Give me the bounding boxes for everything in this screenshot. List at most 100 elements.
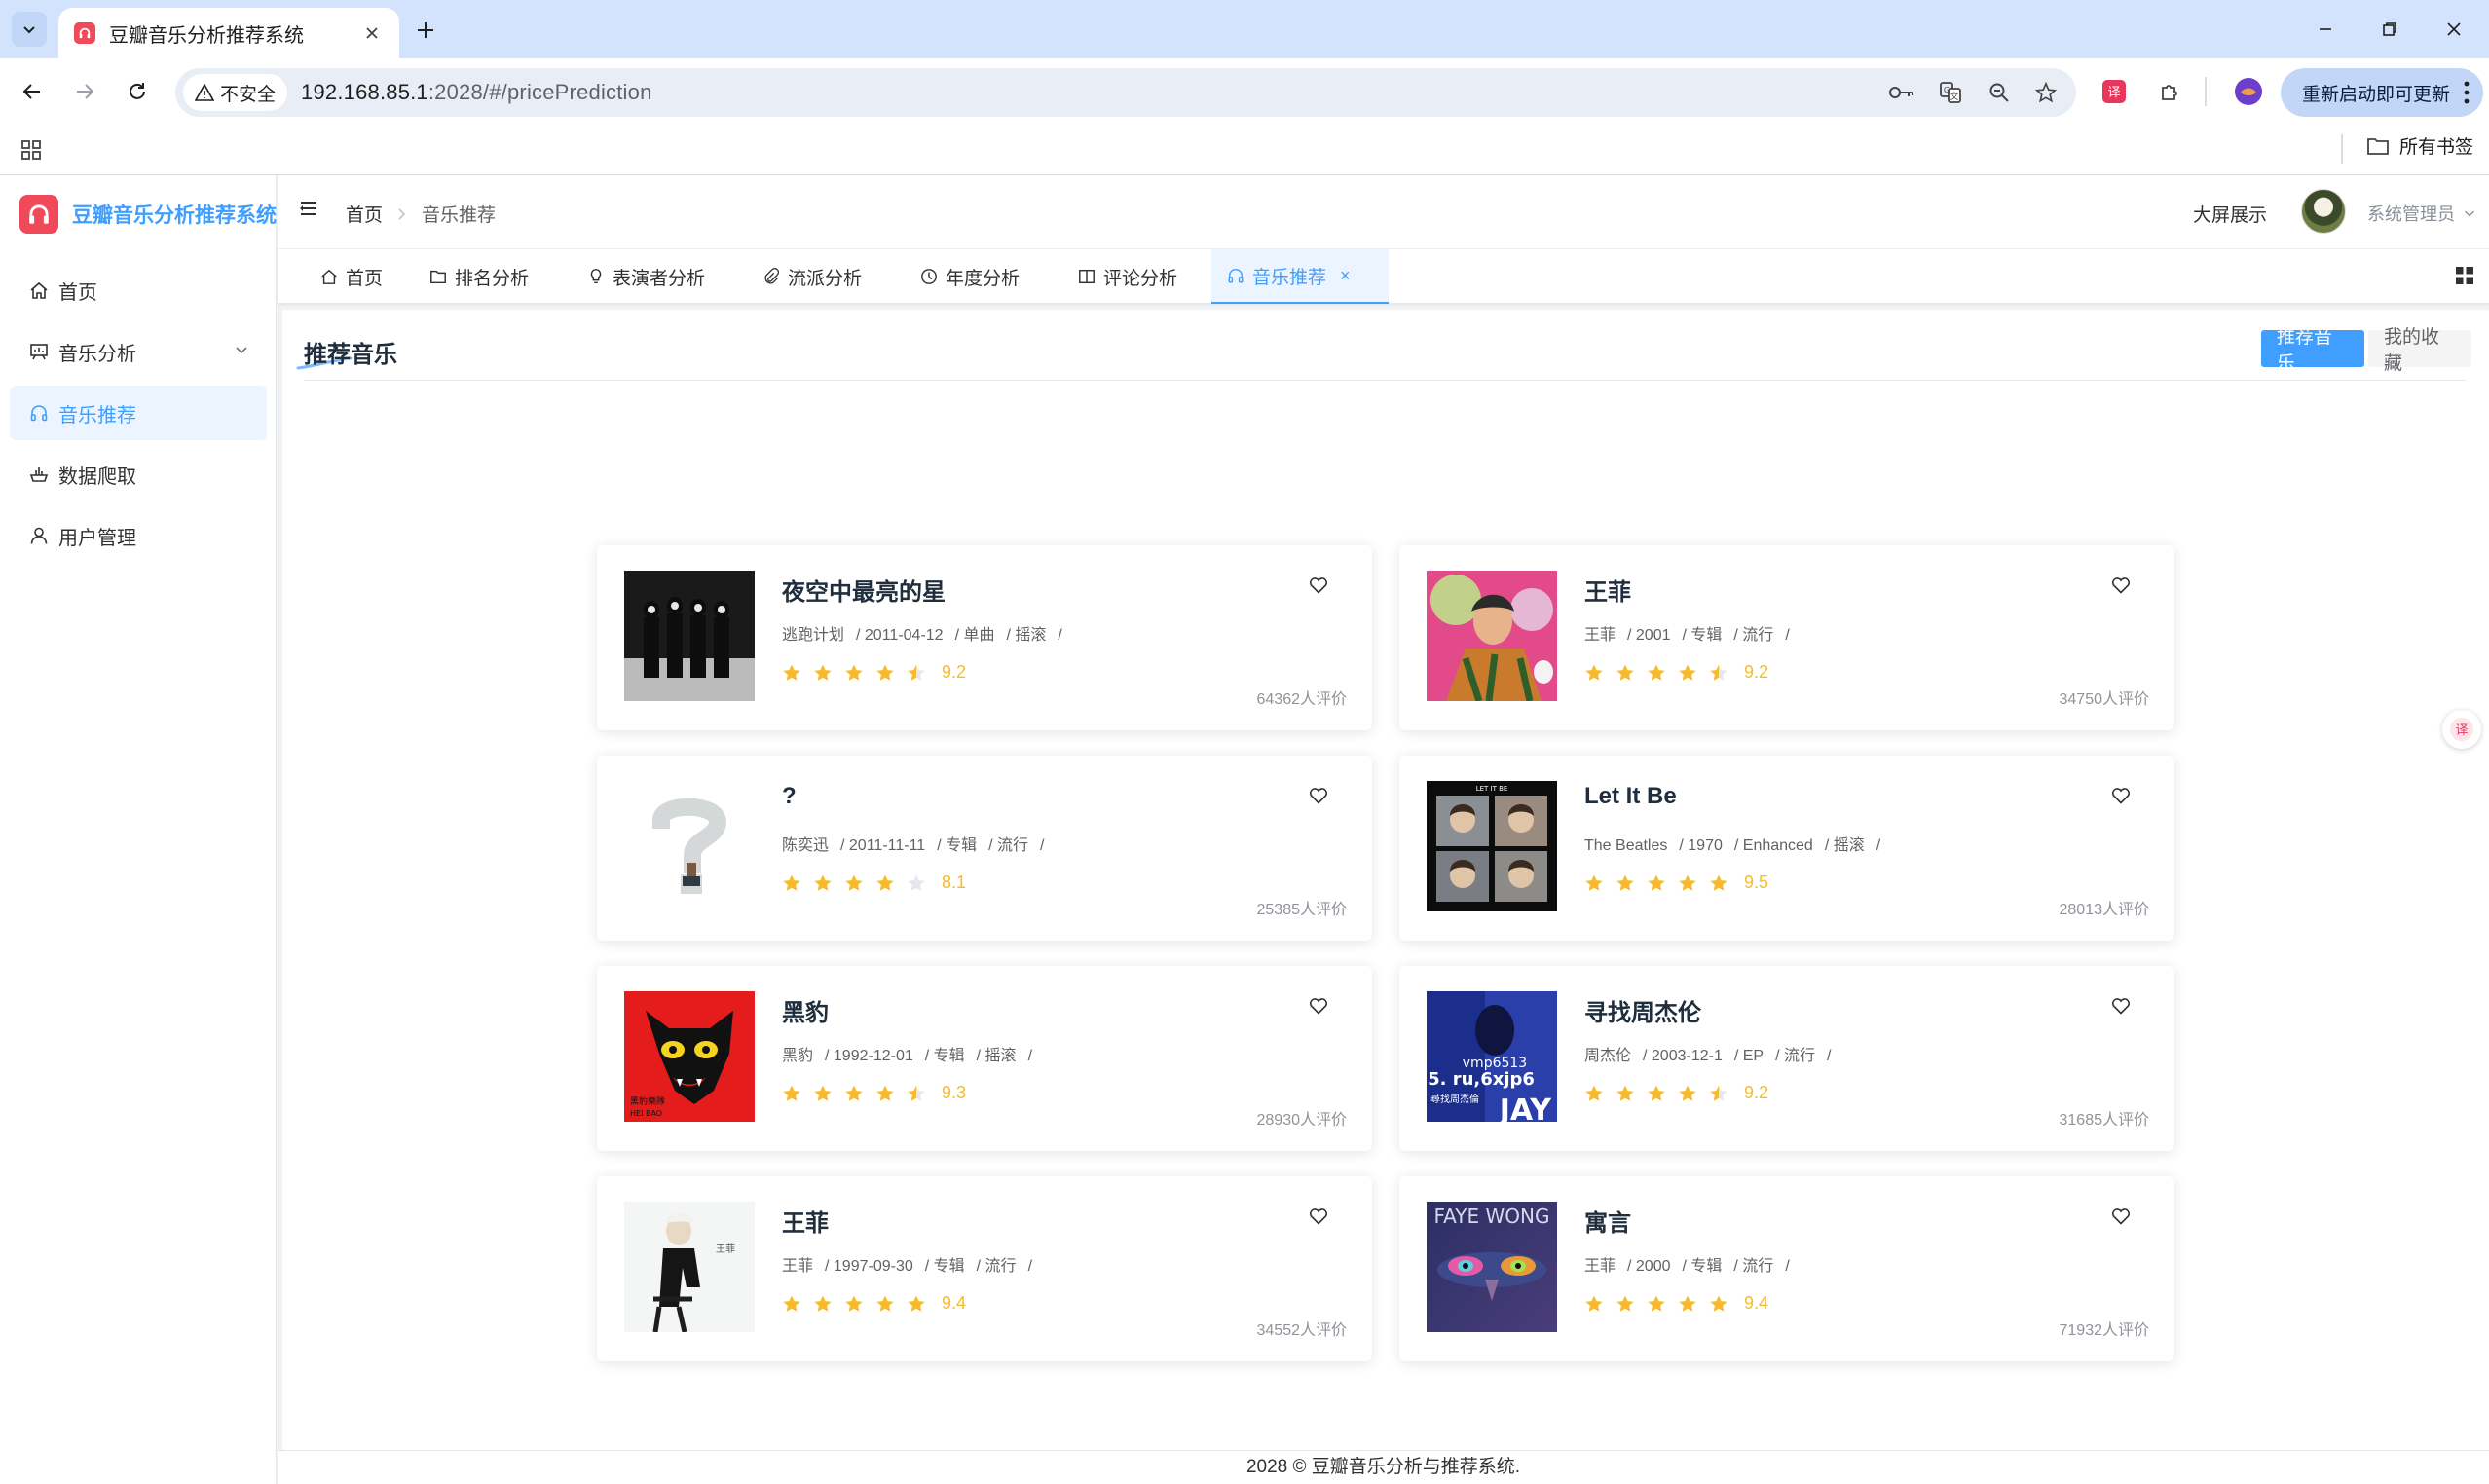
tab-yearly-analysis[interactable]: 年度分析 [905, 249, 1035, 304]
sidebar-item-crawler[interactable]: 数据爬取 [10, 447, 267, 501]
favorite-heart-icon[interactable] [2108, 1204, 2134, 1229]
genre: 流行 [1742, 1258, 1774, 1275]
browser-tab-title: 豆瓣音乐分析推荐系统 [109, 24, 304, 47]
breadcrumb: 首页 音乐推荐 [346, 201, 496, 227]
tab-music-recommend[interactable]: 音乐推荐 × [1211, 249, 1389, 304]
extension-translate-icon[interactable]: 译 [2096, 73, 2133, 110]
paperclip-icon [764, 268, 780, 284]
reload-button[interactable] [119, 73, 156, 110]
music-title[interactable]: Let It Be [1584, 783, 1677, 810]
tab-label: 评论分析 [1103, 268, 1178, 289]
music-title[interactable]: 寓言 [1584, 1204, 1631, 1238]
recommend-music-button[interactable]: 推荐音乐 [2261, 327, 2364, 374]
star-icon [908, 664, 925, 681]
password-key-icon[interactable] [1885, 76, 1918, 109]
music-card[interactable]: LET IT BE Let It Be The Beatles/ 1970/ E… [1399, 756, 2174, 941]
favorite-heart-icon[interactable] [1306, 573, 1331, 598]
new-tab-button[interactable] [409, 14, 442, 47]
grid-menu-icon[interactable] [2454, 265, 2475, 291]
artist: 王菲 [1584, 627, 1616, 644]
tab-close-icon[interactable]: × [1340, 266, 1351, 286]
music-card[interactable]: 王菲 王菲/ 2001/ 专辑 / 流行/ 9.2 34750人评价 [1399, 545, 2174, 730]
close-window-button[interactable] [2425, 10, 2483, 49]
home-icon [27, 278, 51, 302]
app-logo[interactable]: 豆瓣音乐分析推荐系统 [19, 195, 277, 234]
music-card[interactable]: FAYE WONG 寓言 王菲/ 2000/ 专辑 / 流行/ 9.4 71932… [1399, 1176, 2174, 1361]
forward-button[interactable] [66, 73, 103, 110]
top-navbar: 首页 音乐推荐 大屏展示 系统管理员 [278, 175, 2489, 249]
extensions-puzzle-icon[interactable] [2152, 73, 2189, 110]
music-title[interactable]: 王菲 [782, 1204, 829, 1238]
translate-icon[interactable]: 文G [1934, 76, 1967, 109]
music-card[interactable]: vmp6513 5. ru,6xjp6 尋找周杰倫 JAY 寻找周杰伦 周杰伦 /… [1399, 966, 2174, 1151]
tab-comment-analysis[interactable]: 评论分析 [1062, 249, 1193, 304]
user-dropdown[interactable]: 系统管理员 [2367, 201, 2476, 226]
all-bookmarks-button[interactable]: 所有书签 [2366, 132, 2473, 159]
headphones-icon [19, 195, 58, 234]
relaunch-update-button[interactable]: 重新启动即可更新 [2281, 68, 2483, 117]
zoom-icon[interactable] [1983, 76, 2016, 109]
music-card[interactable]: ? 陈奕迅/ 2011-11-11/ 专辑 / 流行/ 8.1 25385人评价 [597, 756, 1372, 941]
favorite-heart-icon[interactable] [2108, 993, 2134, 1019]
sidebar-item-music-analysis[interactable]: 音乐分析 [10, 324, 267, 379]
star-icon [1616, 1085, 1634, 1101]
restore-button[interactable] [2360, 10, 2419, 49]
my-favorites-button[interactable]: 我的收藏 [2368, 327, 2471, 374]
music-card[interactable]: 黑豹樂隊 HEI BAO 黑豹 黑豹/ 1992-12-01/ 专辑 / 摇滚 / … [597, 966, 1372, 1151]
tab-performer-analysis[interactable]: 表演者分析 [572, 249, 721, 304]
minimize-button[interactable] [2296, 10, 2355, 49]
hamburger-icon[interactable] [299, 199, 318, 223]
breadcrumb-home[interactable]: 首页 [346, 201, 383, 227]
tab-genre-analysis[interactable]: 流派分析 [747, 249, 877, 304]
close-icon[interactable] [360, 21, 384, 45]
cover-text: LET IT BE [1476, 785, 1508, 793]
breadcrumb-current: 音乐推荐 [422, 205, 497, 226]
favorite-heart-icon[interactable] [1306, 993, 1331, 1019]
favorite-heart-icon[interactable] [1306, 1204, 1331, 1229]
tab-search-button[interactable] [12, 12, 47, 47]
music-card[interactable]: 夜空中最亮的星 逃跑计划/ 2011-04-12/ 单曲 / 摇滚/ 9.2 64… [597, 545, 1372, 730]
star-icon [814, 874, 832, 891]
favorite-heart-icon[interactable] [1306, 783, 1331, 808]
chevron-down-icon [23, 26, 35, 34]
music-title[interactable]: 黑豹 [782, 993, 829, 1027]
star-icon [1616, 874, 1634, 891]
sidebar-item-label: 首页 [58, 281, 97, 304]
music-card[interactable]: 王菲 王菲 王菲/ 1997-09-30/ 专辑 / 流行/ 9.4 34552人… [597, 1176, 1372, 1361]
star-rating: 9.2 [1584, 1083, 1768, 1103]
tab-ranking-analysis[interactable]: 排名分析 [414, 249, 544, 304]
browser-tab[interactable]: 豆瓣音乐分析推荐系统 [58, 8, 399, 58]
star-icon [783, 664, 800, 681]
music-title[interactable]: 王菲 [1584, 573, 1631, 607]
sidebar-item-music-recommend[interactable]: 音乐推荐 [10, 386, 267, 440]
sidebar-item-user-management[interactable]: 用户管理 [10, 508, 267, 563]
favorite-heart-icon[interactable] [2108, 783, 2134, 808]
music-title[interactable]: 夜空中最亮的星 [782, 573, 946, 607]
security-chip[interactable]: 不安全 [183, 74, 288, 111]
warning-icon [195, 84, 214, 101]
big-screen-link[interactable]: 大屏展示 [2193, 201, 2267, 227]
sidebar-item-home[interactable]: 首页 [10, 263, 267, 317]
address-bar[interactable]: 不安全 192.168.85.1:2028/#/pricePrediction … [175, 68, 2076, 117]
floating-translate-icon[interactable]: 译 [2442, 710, 2481, 749]
star-icon [1616, 1295, 1634, 1312]
music-title[interactable]: 寻找周杰伦 [1584, 993, 1701, 1027]
album-cover [1427, 571, 1557, 701]
svg-text:译: 译 [2455, 723, 2468, 738]
artist: 周杰伦 [1584, 1048, 1632, 1064]
avatar[interactable] [2301, 189, 2346, 234]
bookmark-star-icon[interactable] [2029, 76, 2062, 109]
tab-home[interactable]: 首页 [305, 249, 398, 304]
music-title[interactable]: ? [782, 783, 797, 810]
apps-grid-icon[interactable] [16, 134, 47, 166]
minimize-icon [2320, 28, 2331, 30]
back-button[interactable] [14, 73, 51, 110]
favorite-heart-icon[interactable] [2108, 573, 2134, 598]
review-count: 31685人评价 [2059, 1112, 2150, 1129]
url-text[interactable]: 192.168.85.1:2028/#/pricePrediction [301, 80, 652, 105]
plus-icon [418, 22, 433, 38]
profile-avatar-icon[interactable] [2230, 73, 2267, 110]
star-icon [908, 1295, 925, 1312]
album-cover: 黑豹樂隊 HEI BAO [624, 991, 755, 1122]
star-icon [845, 1085, 863, 1101]
